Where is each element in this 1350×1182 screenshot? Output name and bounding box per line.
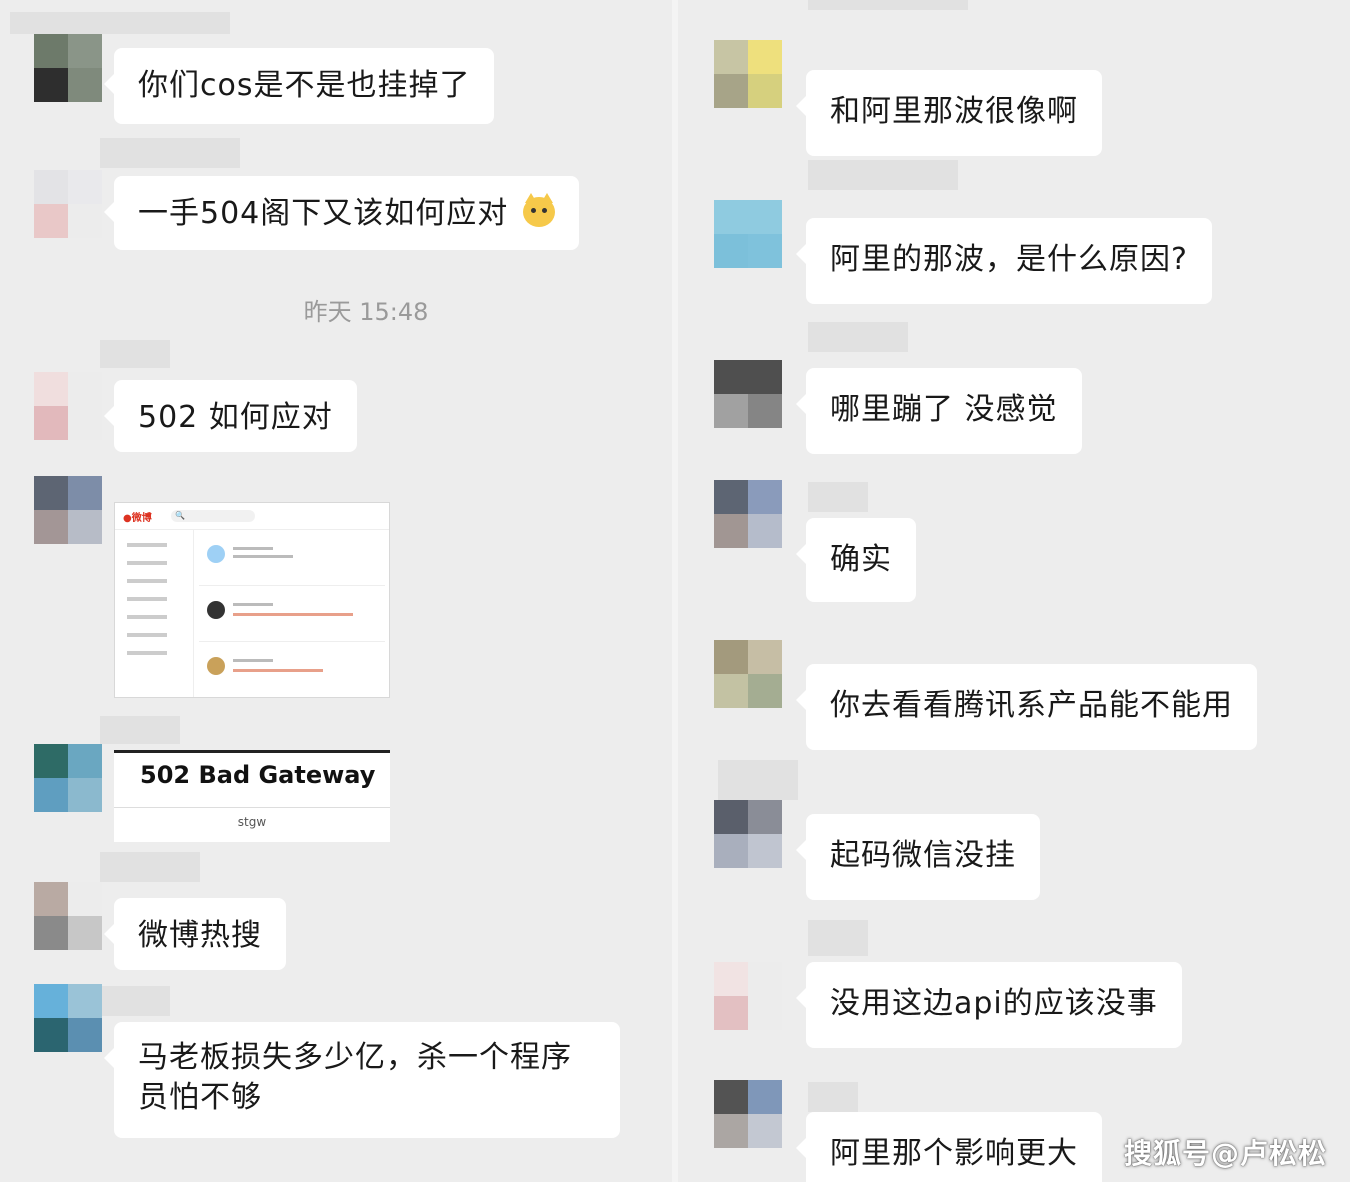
- shared-screenshot-image[interactable]: ●微博 🔍: [114, 502, 390, 698]
- message-bubble[interactable]: 确实: [796, 518, 916, 602]
- right-chat-panel: 和阿里那波很像啊 阿里的那波，是什么原因? 哪里蹦了 没感觉 确实 你去看看腾讯…: [678, 0, 1350, 1182]
- message-text: 马老板损失多少亿，杀一个程序员怕不够: [138, 1040, 572, 1115]
- avatar[interactable]: [714, 200, 782, 268]
- blurred-name: [808, 1082, 858, 1112]
- message-text: 一手504阁下又该如何应对: [138, 196, 509, 231]
- error-title: 502 Bad Gateway: [140, 761, 376, 789]
- message-text: 没用这边api的应该没事: [830, 986, 1158, 1021]
- screenshot-card: [199, 645, 385, 697]
- blurred-name: [100, 138, 240, 168]
- message-text: 和阿里那波很像啊: [830, 94, 1078, 129]
- screenshot-header: ●微博 🔍: [115, 503, 389, 530]
- message-text: 哪里蹦了 没感觉: [830, 392, 1058, 427]
- message-text: 确实: [830, 542, 892, 577]
- blurred-name: [100, 852, 200, 882]
- message-text: 你们cos是不是也挂掉了: [138, 68, 471, 103]
- blurred-name: [10, 12, 230, 34]
- screenshot-card: [199, 533, 385, 586]
- avatar[interactable]: [714, 480, 782, 548]
- blurred-name: [808, 0, 968, 10]
- timestamp: 昨天 15:48: [303, 298, 429, 326]
- avatar[interactable]: [714, 40, 782, 108]
- avatar[interactable]: [34, 984, 102, 1052]
- message-text: 微博热搜: [138, 918, 262, 953]
- avatar[interactable]: [714, 640, 782, 708]
- blurred-name: [718, 760, 798, 800]
- error-page-image[interactable]: 502 Bad Gateway stgw: [114, 750, 390, 842]
- search-icon: 🔍: [171, 510, 255, 522]
- avatar[interactable]: [714, 962, 782, 1030]
- blurred-name: [808, 322, 908, 352]
- avatar[interactable]: [714, 800, 782, 868]
- message-bubble[interactable]: 阿里那个影响更大: [796, 1112, 1102, 1182]
- message-bubble[interactable]: 马老板损失多少亿，杀一个程序员怕不够: [104, 1022, 620, 1138]
- avatar[interactable]: [714, 1080, 782, 1148]
- avatar[interactable]: [34, 744, 102, 812]
- blurred-name: [808, 160, 958, 190]
- blurred-name: [808, 920, 868, 956]
- avatar[interactable]: [34, 34, 102, 102]
- message-text: 阿里那个影响更大: [830, 1136, 1078, 1171]
- left-chat-panel: 你们cos是不是也挂掉了 一手504阁下又该如何应对 昨天 15:48 502 …: [0, 0, 672, 1182]
- blurred-name: [100, 340, 170, 368]
- avatar[interactable]: [714, 360, 782, 428]
- message-bubble[interactable]: 你们cos是不是也挂掉了: [103, 48, 495, 124]
- watermark: 搜狐号@卢松松: [1124, 1137, 1328, 1170]
- message-bubble[interactable]: 阿里的那波，是什么原因?: [796, 218, 1212, 304]
- message-bubble[interactable]: 微博热搜: [104, 898, 286, 970]
- message-text: 你去看看腾讯系产品能不能用: [830, 688, 1233, 723]
- weibo-logo-icon: ●微博: [123, 513, 152, 524]
- message-text: 起码微信没挂: [830, 838, 1016, 873]
- message-bubble[interactable]: 一手504阁下又该如何应对: [104, 176, 579, 250]
- avatar[interactable]: [34, 476, 102, 544]
- message-bubble[interactable]: 和阿里那波很像啊: [796, 70, 1102, 156]
- cat-face-emoji-icon: [522, 193, 555, 227]
- screenshot-sidebar: [115, 529, 194, 697]
- message-bubble[interactable]: 没用这边api的应该没事: [796, 962, 1182, 1048]
- avatar[interactable]: [34, 372, 102, 440]
- blurred-name: [808, 482, 868, 512]
- screenshot-card: [199, 589, 385, 642]
- error-server: stgw: [237, 815, 267, 829]
- avatar[interactable]: [34, 170, 102, 238]
- message-bubble[interactable]: 502 如何应对: [104, 380, 357, 452]
- message-text: 502 如何应对: [138, 400, 333, 435]
- message-bubble[interactable]: 起码微信没挂: [796, 814, 1040, 900]
- blurred-name: [100, 986, 170, 1016]
- message-bubble[interactable]: 哪里蹦了 没感觉: [796, 368, 1082, 454]
- message-text: 阿里的那波，是什么原因?: [830, 242, 1188, 277]
- message-bubble[interactable]: 你去看看腾讯系产品能不能用: [796, 664, 1257, 750]
- avatar[interactable]: [34, 882, 102, 950]
- blurred-name: [100, 716, 180, 744]
